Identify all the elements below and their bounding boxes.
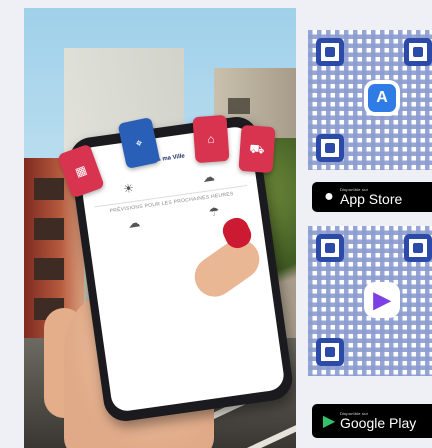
google-play-icon: ▶ bbox=[368, 286, 396, 314]
qr-finder-pattern bbox=[316, 234, 344, 262]
umbrella-icon: ☂ bbox=[207, 204, 221, 220]
apple-icon: ● bbox=[324, 188, 334, 205]
qr-finder-pattern bbox=[316, 338, 344, 366]
map-icon: ⌖ bbox=[134, 135, 144, 151]
app-tab-store[interactable]: ⌂ bbox=[192, 114, 230, 164]
google-play-icon: ▶ bbox=[322, 413, 336, 430]
qr-finder-pattern bbox=[316, 38, 344, 66]
app-store-icon: A bbox=[368, 84, 396, 112]
google-play-qr-code: ▶ bbox=[308, 226, 432, 376]
bus-icon: ⛟ bbox=[248, 141, 266, 157]
qr-finder-pattern bbox=[404, 234, 432, 262]
google-play-label: Google Play bbox=[340, 415, 417, 431]
weather-cell: ☂ bbox=[207, 204, 221, 220]
weather-cell: ☀ bbox=[122, 180, 135, 197]
weather-cell: ☁ bbox=[127, 215, 141, 231]
cloud-icon: ☁ bbox=[201, 169, 216, 186]
page: Dans ma Ville ☀ ☁ PRÉVISIONS POUR LES PR… bbox=[0, 0, 432, 448]
sun-icon: ☀ bbox=[122, 180, 135, 197]
calendar-icon: ▦ bbox=[73, 162, 89, 180]
google-play-button[interactable]: ▶ Disponible sur Google Play bbox=[312, 404, 432, 438]
promo-photo: Dans ma Ville ☀ ☁ PRÉVISIONS POUR LES PR… bbox=[24, 8, 296, 448]
app-store-label: App Store bbox=[340, 191, 403, 207]
weather-cell: ☁ bbox=[201, 169, 216, 186]
app-store-qr-code: A bbox=[308, 30, 432, 170]
app-tab-bus[interactable]: ⛟ bbox=[238, 124, 276, 174]
qr-finder-pattern bbox=[316, 134, 344, 162]
app-store-button[interactable]: ● Disponible sur App Store bbox=[312, 182, 432, 212]
qr-finder-pattern bbox=[404, 38, 432, 66]
cloud-icon: ☁ bbox=[127, 215, 141, 231]
store-icon: ⌂ bbox=[206, 131, 216, 147]
